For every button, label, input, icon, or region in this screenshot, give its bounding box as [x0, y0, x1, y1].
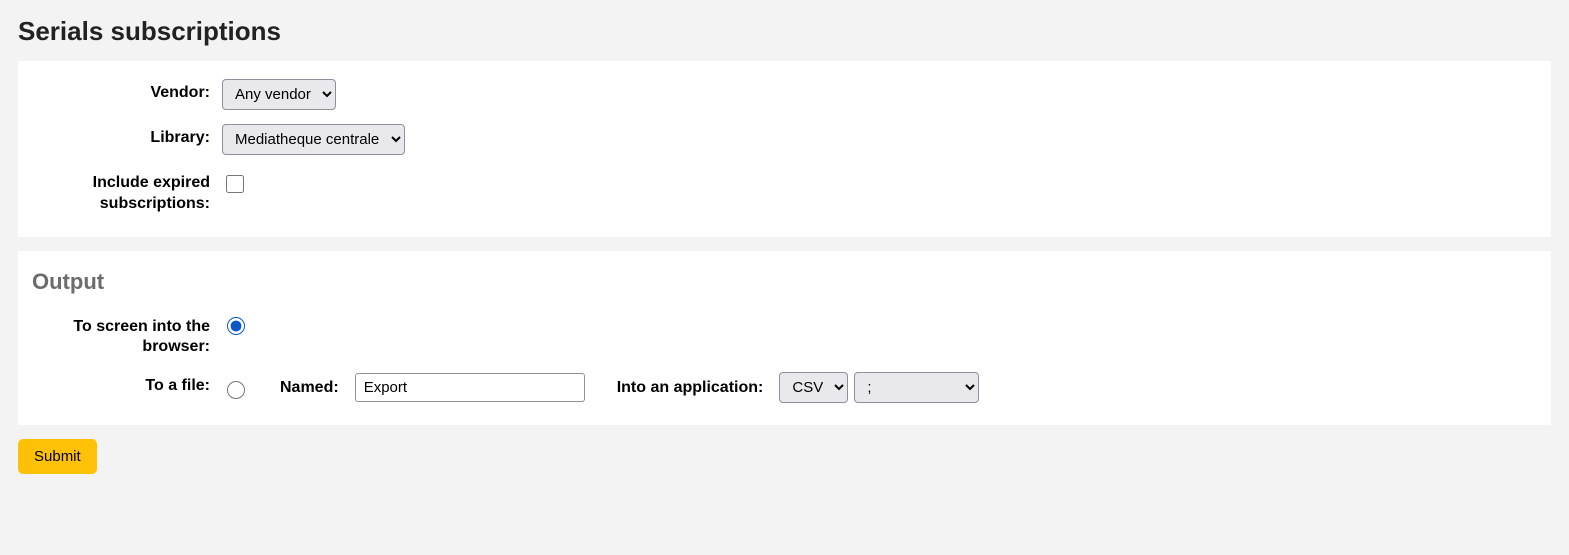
output-panel: Output To screen into the browser: To a … — [18, 251, 1551, 426]
library-label: Library: — [32, 124, 222, 149]
format-select[interactable]: CSV — [779, 372, 848, 403]
expired-label: Include expired subscriptions: — [32, 169, 222, 215]
screen-label: To screen into the browser: — [32, 313, 222, 359]
file-label: To a file: — [32, 372, 222, 397]
vendor-select[interactable]: Any vendor — [222, 79, 336, 110]
file-radio[interactable] — [227, 381, 245, 399]
screen-radio[interactable] — [227, 317, 245, 335]
named-input[interactable] — [355, 373, 585, 402]
vendor-label: Vendor: — [32, 79, 222, 104]
library-select[interactable]: Mediatheque centrale — [222, 124, 405, 155]
separator-select[interactable]: ; — [854, 372, 979, 403]
named-label: Named: — [280, 379, 339, 397]
page-title: Serials subscriptions — [18, 16, 1551, 47]
submit-button[interactable]: Submit — [18, 439, 97, 474]
output-heading: Output — [32, 269, 1537, 295]
expired-checkbox[interactable] — [226, 175, 244, 193]
app-label: Into an application: — [617, 379, 764, 397]
filters-panel: Vendor: Any vendor Library: Mediatheque … — [18, 61, 1551, 237]
